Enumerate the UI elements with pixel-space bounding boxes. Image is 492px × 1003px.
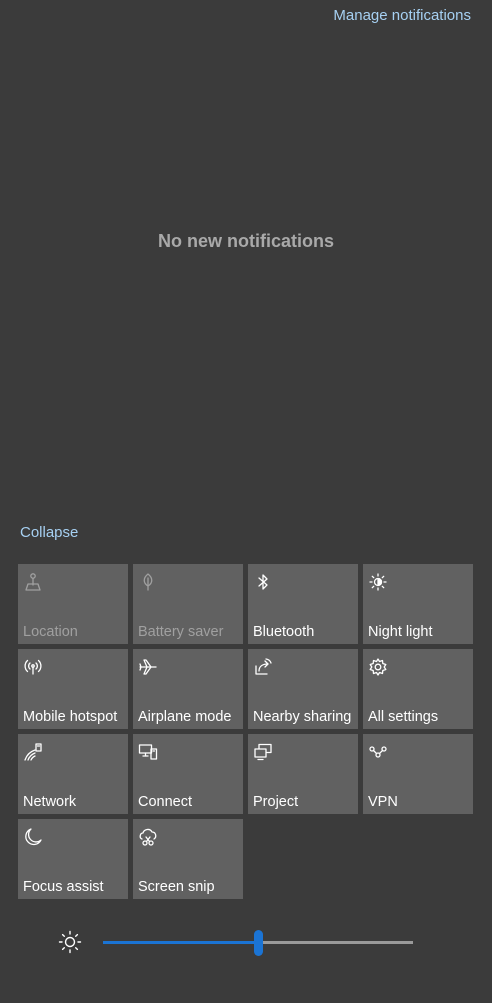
tile-label: All settings bbox=[368, 709, 439, 725]
vpn-icon bbox=[368, 742, 388, 762]
tile-label: Network bbox=[23, 794, 77, 810]
tile-label: Nearby sharing bbox=[253, 709, 352, 725]
tile-airplane-mode[interactable]: Airplane mode bbox=[133, 649, 243, 729]
scissors-icon bbox=[138, 827, 158, 847]
tile-focus-assist[interactable]: Focus assist bbox=[18, 819, 128, 899]
brightness-slider[interactable] bbox=[103, 930, 413, 956]
collapse-link[interactable]: Collapse bbox=[20, 524, 78, 541]
airplane-icon bbox=[138, 657, 158, 677]
hotspot-icon bbox=[23, 657, 43, 677]
quick-actions-grid: Location Battery saver Bluetooth Night l… bbox=[18, 564, 474, 899]
brightness-slider-fill bbox=[103, 941, 258, 944]
tile-screen-snip[interactable]: Screen snip bbox=[133, 819, 243, 899]
tile-label: Location bbox=[23, 624, 78, 640]
tile-project[interactable]: Project bbox=[248, 734, 358, 814]
tile-mobile-hotspot[interactable]: Mobile hotspot bbox=[18, 649, 128, 729]
share-icon bbox=[253, 657, 273, 677]
tile-vpn[interactable]: VPN bbox=[363, 734, 473, 814]
tile-label: Airplane mode bbox=[138, 709, 232, 725]
manage-notifications-link[interactable]: Manage notifications bbox=[333, 7, 471, 24]
tile-label: Night light bbox=[368, 624, 433, 640]
location-icon bbox=[23, 572, 43, 592]
bluetooth-icon bbox=[253, 572, 273, 592]
action-center: Manage notifications No new notification… bbox=[0, 0, 492, 1003]
moon-icon bbox=[23, 827, 43, 847]
network-icon bbox=[23, 742, 43, 762]
tile-battery-saver[interactable]: Battery saver bbox=[133, 564, 243, 644]
tile-label: Focus assist bbox=[23, 879, 104, 895]
tile-location[interactable]: Location bbox=[18, 564, 128, 644]
tile-bluetooth[interactable]: Bluetooth bbox=[248, 564, 358, 644]
brightness-slider-thumb[interactable] bbox=[254, 930, 263, 956]
tile-label: Mobile hotspot bbox=[23, 709, 118, 725]
tile-network[interactable]: Network bbox=[18, 734, 128, 814]
tile-night-light[interactable]: Night light bbox=[363, 564, 473, 644]
tile-all-settings[interactable]: All settings bbox=[363, 649, 473, 729]
tile-label: Project bbox=[253, 794, 299, 810]
no-notifications-message: No new notifications bbox=[157, 231, 334, 251]
brightness-icon bbox=[58, 930, 82, 954]
connect-icon bbox=[138, 742, 158, 762]
sun-moon-icon bbox=[368, 572, 388, 592]
tile-connect[interactable]: Connect bbox=[133, 734, 243, 814]
brightness-control bbox=[58, 930, 418, 956]
tile-label: VPN bbox=[368, 794, 398, 810]
tile-label: Connect bbox=[138, 794, 193, 810]
tile-nearby-sharing[interactable]: Nearby sharing bbox=[248, 649, 358, 729]
tile-label: Battery saver bbox=[138, 624, 224, 640]
gear-icon bbox=[368, 657, 388, 677]
tile-label: Bluetooth bbox=[253, 624, 315, 640]
leaf-icon bbox=[138, 572, 158, 592]
tile-label: Screen snip bbox=[138, 879, 215, 895]
project-icon bbox=[253, 742, 273, 762]
